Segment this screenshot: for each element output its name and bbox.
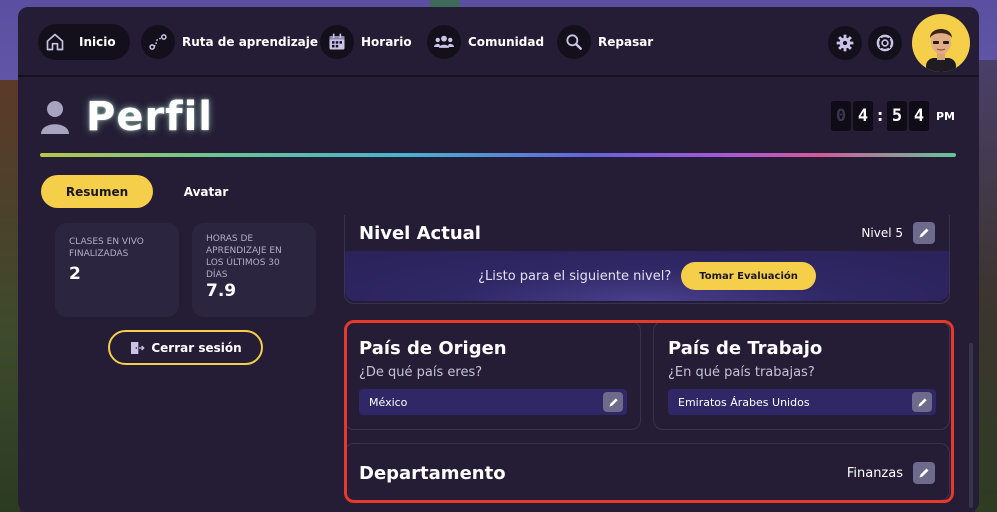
stat-label: CLASES EN VIVO FINALIZADAS [69,237,144,259]
scrollbar[interactable] [969,343,973,508]
logout-button[interactable]: Cerrar sesión [108,330,263,365]
digital-clock: 0 4 : 5 4 PM [831,101,955,131]
avatar-icon [926,29,956,72]
clock-minute-tens: 5 [887,101,907,131]
search-icon [557,25,591,59]
current-level-value-group: Nivel 5 [861,222,935,244]
current-level-row: Nivel Actual Nivel 5 [359,215,935,251]
community-icon [427,25,461,59]
pencil-icon [919,228,929,238]
edit-work-country-button[interactable] [912,392,932,412]
tab-resumen[interactable]: Resumen [41,175,153,208]
calendar-icon [320,25,354,59]
help-button[interactable] [868,26,902,60]
current-level-value: Nivel 5 [861,226,903,240]
logout-label: Cerrar sesión [151,340,242,355]
edit-origin-button[interactable] [603,392,623,412]
background-left [0,80,20,512]
take-evaluation-button[interactable]: Tomar Evaluación [681,262,816,290]
gear-icon [836,34,854,52]
origin-country-field[interactable]: México [359,389,627,415]
nav-comunidad-label: Comunidad [468,35,545,49]
stat-value: 7.9 [206,281,237,301]
home-icon [38,25,72,59]
stat-value: 2 [69,264,81,284]
work-country-card: País de Trabajo ¿En qué país trabajas? E… [653,321,950,430]
pencil-icon [917,397,927,407]
settings-button[interactable] [828,26,862,60]
nav-repasar[interactable]: Repasar [557,24,653,60]
nav-ruta-label: Ruta de aprendizaje [182,35,319,49]
department-value-group: Finanzas [847,462,935,484]
exit-door-icon [131,341,145,354]
nav-repasar-label: Repasar [598,35,654,49]
rainbow-divider [40,153,956,157]
next-level-prompt: ¿Listo para el siguiente nivel? [478,268,672,284]
pencil-icon [919,468,929,478]
department-card: Departamento Finanzas [344,443,950,501]
work-country-title: País de Trabajo [668,338,823,359]
origin-country-value: México [369,395,408,409]
work-country-value: Emiratos Árabes Unidos [678,395,810,409]
route-icon [141,25,175,59]
work-country-question: ¿En qué país trabajas? [668,365,815,380]
nav-ruta-aprendizaje[interactable]: Ruta de aprendizaje [141,24,318,60]
page-title: Perfil [86,94,213,140]
edit-level-button[interactable] [913,222,935,244]
nav-horario-label: Horario [361,35,412,49]
clock-ampm: PM [936,109,956,123]
page-header: Perfil [40,94,213,140]
clock-minute-ones: 4 [909,101,929,131]
next-level-banner: ¿Listo para el siguiente nivel? Tomar Ev… [345,251,949,301]
nav-inicio-label: Inicio [79,35,116,49]
department-title: Departamento [359,462,506,484]
department-row: Departamento Finanzas [359,455,935,491]
lifebuoy-icon [876,34,894,52]
origin-country-card: País de Origen ¿De qué país eres? México [344,321,641,430]
nav-horario[interactable]: Horario [320,24,412,60]
work-country-field[interactable]: Emiratos Árabes Unidos [668,389,936,415]
department-value: Finanzas [846,465,903,481]
clock-hour-tens: 0 [831,101,851,131]
top-navigation: Inicio Ruta de aprendizaje Horario Comun… [18,7,979,77]
nav-comunidad[interactable]: Comunidad [427,24,544,60]
profile-panel: Inicio Ruta de aprendizaje Horario Comun… [18,7,979,512]
clock-hour-ones: 4 [853,101,873,131]
origin-country-question: ¿De qué país eres? [359,365,483,380]
stat-live-classes: CLASES EN VIVO FINALIZADAS 2 [55,223,179,317]
pencil-icon [608,397,618,407]
nav-inicio[interactable]: Inicio [38,24,130,60]
stat-label: HORAS DE APRENDIZAJE EN LOS ÚLTIMOS 30 D… [206,234,282,280]
tab-avatar[interactable]: Avatar [168,175,244,208]
current-level-title: Nivel Actual [359,222,481,244]
clock-colon: : [875,106,886,126]
origin-country-title: País de Origen [359,338,507,359]
user-icon [41,101,69,134]
stat-learning-hours: HORAS DE APRENDIZAJE EN LOS ÚLTIMOS 30 D… [192,223,316,317]
edit-department-button[interactable] [913,462,935,484]
user-avatar[interactable] [912,14,970,72]
current-level-card: Nivel Actual Nivel 5 ¿Listo para el sigu… [344,215,950,304]
